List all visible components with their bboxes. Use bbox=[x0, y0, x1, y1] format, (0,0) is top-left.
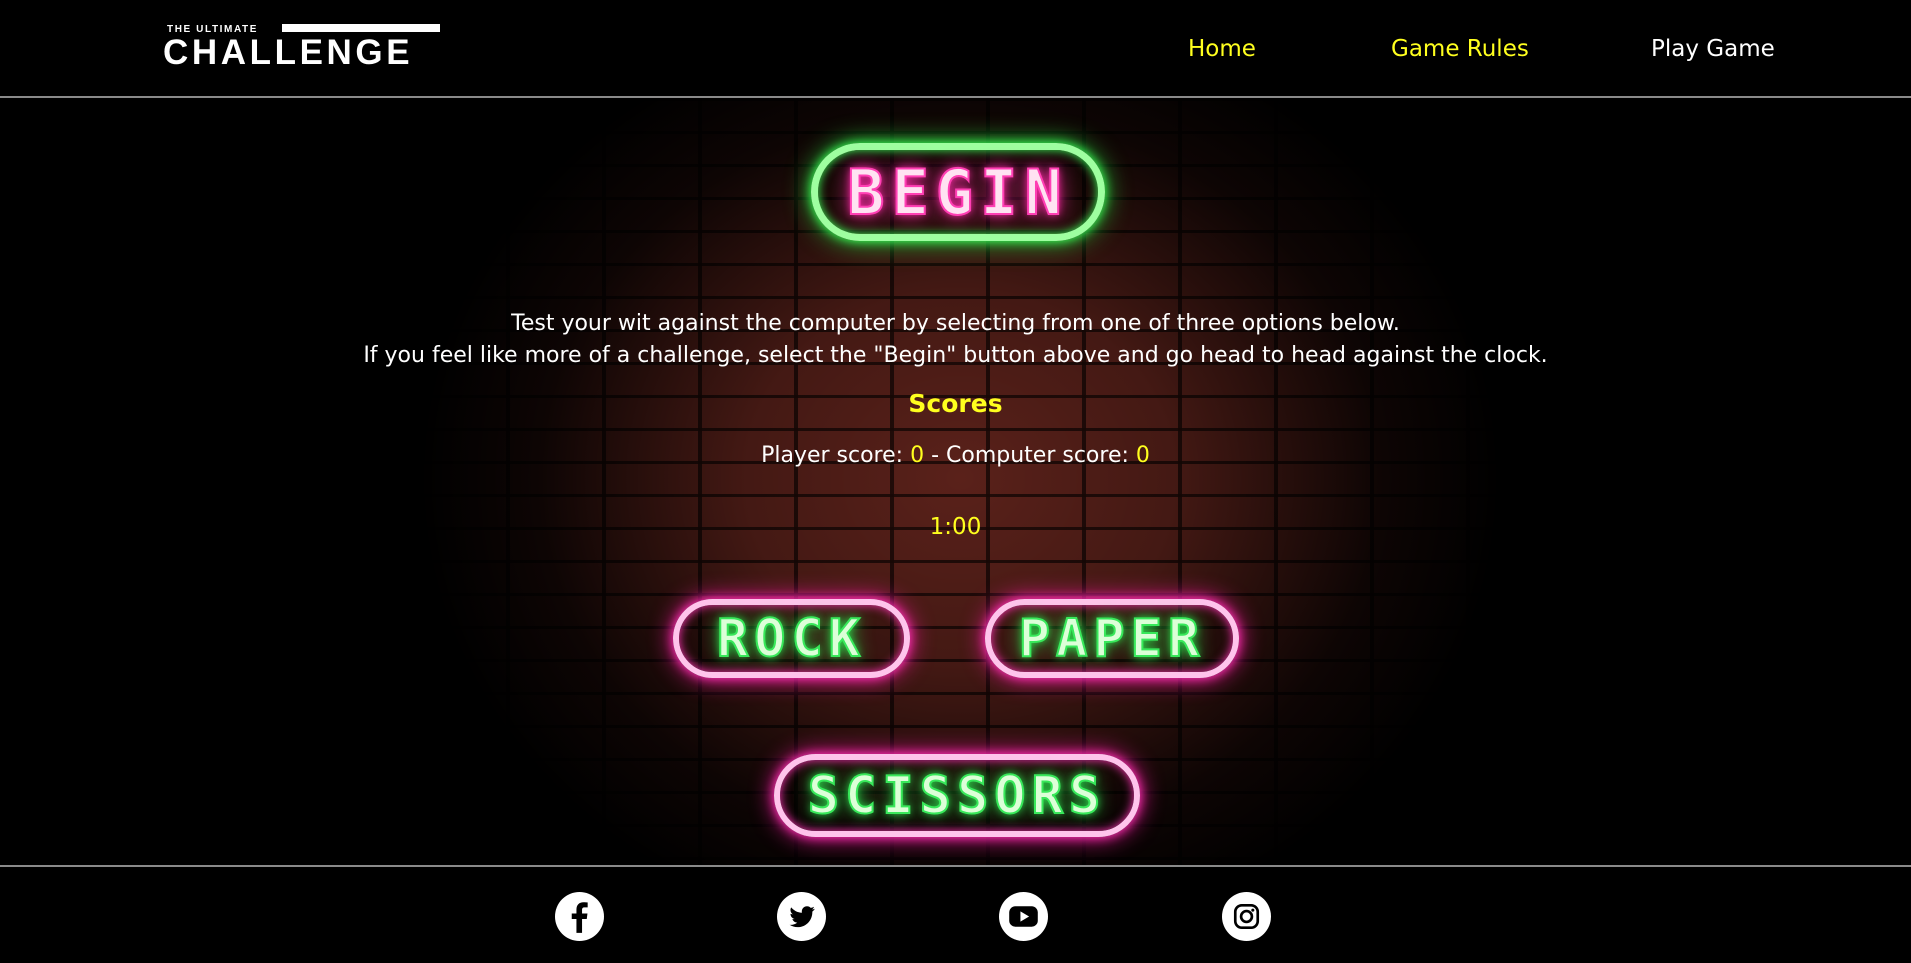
scores-heading: Scores bbox=[908, 389, 1003, 418]
twitter-icon[interactable] bbox=[777, 892, 826, 941]
nav-home-link[interactable]: Home bbox=[1188, 34, 1256, 64]
description-line-2: If you feel like more of a challenge, se… bbox=[363, 343, 1548, 368]
computer-score-value: 0 bbox=[1135, 443, 1150, 468]
instagram-icon[interactable] bbox=[1222, 892, 1271, 941]
game-description: Test your wit against the computer by se… bbox=[0, 308, 1911, 372]
rock-button[interactable]: ROCK bbox=[673, 599, 910, 678]
page: THE ULTIMATE CHALLENGE Home Game Rules P… bbox=[0, 0, 1911, 963]
site-footer bbox=[0, 865, 1911, 963]
game-area: BEGIN Test your wit against the computer… bbox=[0, 98, 1911, 865]
score-separator: - bbox=[931, 443, 940, 468]
countdown-timer: 1:00 bbox=[929, 514, 982, 540]
youtube-icon[interactable] bbox=[999, 892, 1048, 941]
site-header: THE ULTIMATE CHALLENGE Home Game Rules P… bbox=[0, 0, 1911, 98]
begin-button[interactable]: BEGIN bbox=[811, 143, 1105, 241]
facebook-icon[interactable] bbox=[555, 892, 604, 941]
nav-play-game-link[interactable]: Play Game bbox=[1651, 34, 1775, 64]
player-score-label: Player score: bbox=[761, 443, 904, 468]
logo-bar bbox=[282, 24, 440, 32]
score-line: Player score: 0 - Computer score: 0 bbox=[0, 440, 1911, 472]
logo-title: CHALLENGE bbox=[163, 33, 414, 72]
scissors-button[interactable]: SCISSORS bbox=[774, 754, 1140, 837]
nav-game-rules-link[interactable]: Game Rules bbox=[1391, 34, 1529, 64]
challenge-logo[interactable]: THE ULTIMATE CHALLENGE bbox=[163, 22, 440, 72]
player-score-value: 0 bbox=[910, 443, 925, 468]
computer-score-label: Computer score: bbox=[946, 443, 1129, 468]
description-line-1: Test your wit against the computer by se… bbox=[511, 311, 1400, 336]
paper-button[interactable]: PAPER bbox=[985, 599, 1239, 678]
